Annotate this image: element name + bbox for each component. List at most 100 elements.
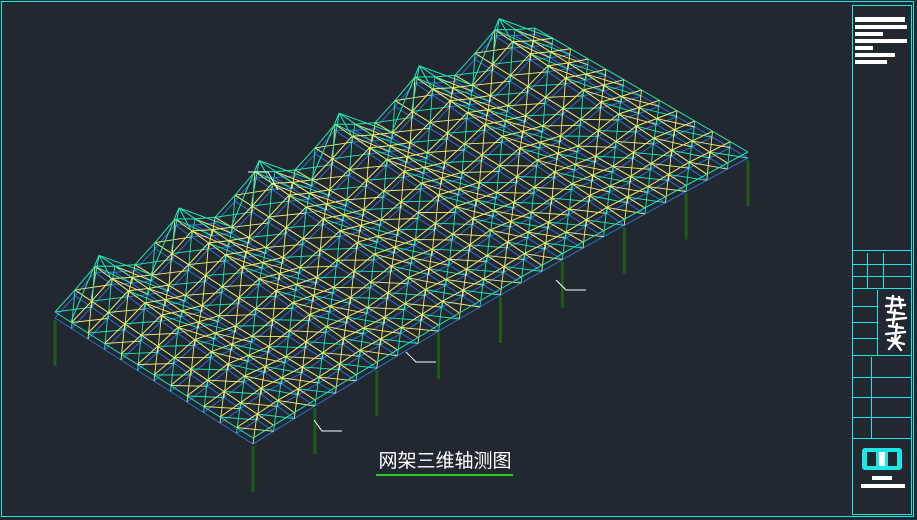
revision-table-divider <box>867 253 868 288</box>
top-chord-member <box>431 233 453 250</box>
bottom-chord-member <box>432 93 453 96</box>
bottom-chord-member <box>161 320 179 334</box>
top-chord-member <box>383 170 405 192</box>
top-chord-member <box>472 84 491 97</box>
bottom-chord-member <box>273 418 295 432</box>
top-chord-member <box>188 242 209 265</box>
bottom-chord-member <box>417 218 436 230</box>
bottom-chord-member <box>612 157 634 173</box>
bottom-chord-member <box>204 260 226 282</box>
bottom-chord-member <box>353 276 372 289</box>
bottom-chord-member <box>580 124 599 137</box>
top-chord-member <box>170 385 188 397</box>
bottom-chord-member <box>417 330 439 344</box>
bottom-chord-member <box>322 224 341 238</box>
top-chord-member <box>444 162 462 173</box>
top-chord-member <box>311 179 330 191</box>
bottom-chord-member <box>244 381 262 395</box>
bottom-chord-member <box>369 153 387 167</box>
bottom-chord-member <box>449 106 468 120</box>
bottom-chord-member <box>404 295 426 310</box>
caption-underline <box>376 474 513 476</box>
top-chord-member <box>417 324 439 338</box>
bottom-chord-member <box>512 46 533 49</box>
top-chord-member <box>509 53 531 76</box>
top-chord-member <box>71 300 92 323</box>
top-chord-member <box>148 284 169 289</box>
bottom-chord-member <box>483 271 505 286</box>
bottom-chord-member <box>191 235 212 238</box>
top-chord-member <box>161 314 179 328</box>
top-chord-member <box>496 191 514 203</box>
top-chord-member <box>557 145 578 154</box>
bottom-chord-member <box>448 250 470 266</box>
top-chord-member <box>207 379 225 392</box>
bottom-chord-member <box>547 71 566 85</box>
bottom-chord-member <box>302 224 324 245</box>
top-chord-member <box>509 74 529 87</box>
bottom-chord-member <box>635 131 655 145</box>
bottom-chord-member <box>565 79 586 85</box>
top-chord-member <box>492 41 513 65</box>
bottom-chord-member <box>647 179 669 194</box>
top-chord-member <box>464 143 483 156</box>
support-column <box>53 320 57 366</box>
top-chord-member <box>231 205 253 228</box>
bottom-chord-member <box>140 320 162 342</box>
top-chord-member <box>151 274 169 286</box>
bottom-chord-member <box>600 107 619 121</box>
bottom-chord-member <box>452 239 470 252</box>
bottom-chord-member <box>383 309 405 324</box>
top-chord-member <box>429 121 448 134</box>
bottom-chord-member <box>374 106 396 130</box>
bottom-chord-member <box>501 141 520 155</box>
top-chord-member <box>404 289 426 304</box>
top-chord-member <box>282 256 300 268</box>
bottom-chord-member <box>429 127 448 140</box>
top-chord-member <box>314 386 336 401</box>
top-chord-member <box>568 195 590 210</box>
bottom-chord-member <box>194 345 212 359</box>
top-chord-member <box>157 345 175 359</box>
top-chord-member <box>346 306 368 318</box>
ridge-peak-member <box>230 160 260 228</box>
bottom-chord-member <box>153 380 171 392</box>
top-chord-member <box>339 349 361 365</box>
top-chord-member <box>328 169 350 191</box>
top-chord-member <box>730 141 749 153</box>
bottom-chord-member <box>536 165 555 179</box>
bottom-chord-member <box>285 212 307 235</box>
drawing-caption: 网架三维轴测图 <box>370 448 520 478</box>
bottom-chord-member <box>565 225 587 239</box>
bottom-chord-member <box>124 329 142 342</box>
top-chord-member <box>71 322 89 334</box>
bottom-chord-member <box>104 329 126 350</box>
ridge-peak-member <box>411 65 420 112</box>
support-column <box>437 333 441 380</box>
bottom-chord-member <box>137 370 155 382</box>
bottom-chord-member <box>383 196 402 209</box>
bottom-chord-member <box>275 296 293 310</box>
top-chord-member <box>91 300 109 313</box>
bottom-chord-member <box>255 314 273 327</box>
bottom-chord-member <box>421 306 443 321</box>
top-chord-member <box>107 290 129 313</box>
top-chord-member <box>597 129 617 142</box>
bottom-chord-member <box>489 80 511 102</box>
bottom-chord-member <box>489 235 508 249</box>
top-chord-member <box>223 391 241 404</box>
top-chord-member <box>484 120 506 125</box>
bottom-chord-member <box>486 247 508 263</box>
signature-panel-rule <box>853 338 877 339</box>
bottom-chord-member <box>656 124 675 137</box>
project-info-table <box>853 357 911 439</box>
bottom-chord-member <box>107 296 129 319</box>
bottom-chord-member <box>390 271 409 285</box>
top-chord-member <box>252 424 274 439</box>
top-chord-member <box>256 399 278 415</box>
bottom-chord-member <box>554 177 573 191</box>
bottom-chord-member <box>665 191 687 204</box>
bottom-chord-member <box>431 239 453 256</box>
bottom-chord-member <box>630 168 652 183</box>
notes-text-line <box>855 60 887 64</box>
